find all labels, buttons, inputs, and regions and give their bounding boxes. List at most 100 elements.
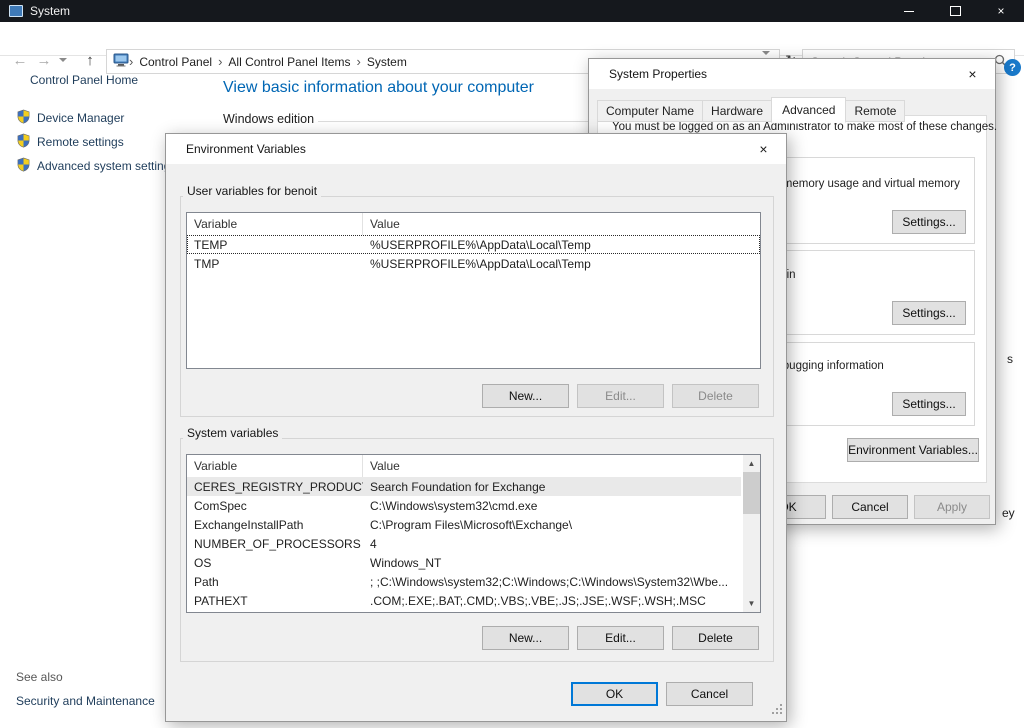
variable-cell: ComSpec bbox=[187, 499, 363, 513]
close-icon: × bbox=[759, 141, 767, 157]
sidebar-item-label: Remote settings bbox=[37, 135, 124, 149]
table-header: Variable Value bbox=[187, 455, 741, 477]
uac-shield-icon bbox=[16, 133, 31, 151]
column-header-value[interactable]: Value bbox=[363, 213, 760, 235]
chevron-down-icon bbox=[59, 58, 67, 62]
tab-remote[interactable]: Remote bbox=[845, 100, 905, 122]
table-row[interactable]: CERES_REGISTRY_PRODUCT... Search Foundat… bbox=[187, 477, 741, 496]
sidebar-item-device-manager[interactable]: Device Manager bbox=[16, 109, 124, 127]
page-title: View basic information about your comput… bbox=[223, 79, 534, 97]
table-row[interactable]: NUMBER_OF_PROCESSORS 4 bbox=[187, 534, 741, 553]
sidebar-item-advanced-system-settings[interactable]: Advanced system settings bbox=[16, 157, 176, 175]
cancel-button[interactable]: Cancel bbox=[666, 682, 753, 706]
help-icon: ? bbox=[1009, 62, 1016, 74]
startup-settings-button[interactable]: Settings... bbox=[892, 392, 966, 416]
breadcrumb-control-panel[interactable]: Control Panel bbox=[133, 55, 218, 69]
table-row[interactable]: TEMP %USERPROFILE%\AppData\Local\Temp bbox=[187, 235, 760, 254]
scrollbar-thumb[interactable] bbox=[743, 472, 760, 514]
minimize-icon bbox=[904, 11, 914, 12]
value-cell: .COM;.EXE;.BAT;.CMD;.VBS;.VBE;.JS;.JSE;.… bbox=[363, 594, 741, 608]
scroll-up-icon: ▲ bbox=[748, 459, 756, 468]
table-row[interactable]: OS Windows_NT bbox=[187, 553, 741, 572]
tab-hardware[interactable]: Hardware bbox=[702, 100, 772, 122]
scroll-up-button[interactable]: ▲ bbox=[743, 455, 760, 472]
forward-button[interactable]: → bbox=[34, 50, 54, 70]
column-header-variable[interactable]: Variable bbox=[187, 455, 363, 477]
variable-cell: ExchangeInstallPath bbox=[187, 518, 363, 532]
cancel-button[interactable]: Cancel bbox=[832, 495, 908, 519]
column-header-variable[interactable]: Variable bbox=[187, 213, 363, 235]
environment-variables-button[interactable]: Environment Variables... bbox=[847, 438, 979, 462]
up-button[interactable]: ↑ bbox=[80, 50, 100, 70]
close-icon: × bbox=[997, 5, 1004, 17]
close-button[interactable]: × bbox=[950, 59, 995, 89]
value-cell: %USERPROFILE%\AppData\Local\Temp bbox=[363, 257, 760, 271]
environment-variables-dialog: Environment Variables × User variables f… bbox=[165, 133, 787, 722]
sidebar-item-security-and-maintenance[interactable]: Security and Maintenance bbox=[16, 694, 155, 708]
tab-strip: Computer Name Hardware Advanced Remote bbox=[597, 96, 904, 122]
computer-icon bbox=[113, 53, 129, 70]
system-new-button[interactable]: New... bbox=[482, 626, 569, 650]
clipped-text-fragment: s bbox=[1007, 352, 1013, 366]
minimize-button[interactable] bbox=[886, 0, 932, 22]
window-titlebar: System × bbox=[0, 0, 1024, 22]
table-header: Variable Value bbox=[187, 213, 760, 235]
dialog-titlebar: System Properties × bbox=[589, 59, 995, 89]
back-icon: ← bbox=[13, 52, 28, 69]
value-cell: C:\Program Files\Microsoft\Exchange\ bbox=[363, 518, 741, 532]
up-icon: ↑ bbox=[86, 52, 94, 69]
variable-cell: OS bbox=[187, 556, 363, 570]
performance-settings-button[interactable]: Settings... bbox=[892, 210, 966, 234]
variable-cell: TMP bbox=[187, 257, 363, 271]
dialog-titlebar: Environment Variables × bbox=[166, 134, 786, 164]
sidebar-item-label: Advanced system settings bbox=[37, 159, 176, 173]
table-row[interactable]: ExchangeInstallPath C:\Program Files\Mic… bbox=[187, 515, 741, 534]
help-button[interactable]: ? bbox=[1004, 59, 1021, 76]
table-row[interactable]: PATHEXT .COM;.EXE;.BAT;.CMD;.VBS;.VBE;.J… bbox=[187, 591, 741, 610]
variable-cell: CERES_REGISTRY_PRODUCT... bbox=[187, 480, 363, 494]
system-control-panel-window: System × ← → ↑ › Control Panel › All Con… bbox=[0, 0, 1024, 728]
window-controls: × bbox=[886, 0, 1024, 22]
forward-icon: → bbox=[37, 52, 52, 69]
system-variables-group-label: System variables bbox=[183, 426, 282, 440]
navigation-bar: ← → ↑ › Control Panel › All Control Pane… bbox=[0, 22, 1024, 56]
close-button[interactable]: × bbox=[978, 0, 1024, 22]
back-button[interactable]: ← bbox=[10, 50, 30, 70]
value-cell: Windows_NT bbox=[363, 556, 741, 570]
window-title: System bbox=[30, 4, 70, 18]
user-profiles-settings-button[interactable]: Settings... bbox=[892, 301, 966, 325]
clipped-text-fragment: ey bbox=[1002, 506, 1015, 520]
user-delete-button[interactable]: Delete bbox=[672, 384, 759, 408]
scroll-down-button[interactable]: ▼ bbox=[743, 595, 760, 612]
recent-pages-button[interactable] bbox=[56, 50, 70, 70]
breadcrumb-all-control-panel-items[interactable]: All Control Panel Items bbox=[222, 55, 356, 69]
dialog-title: Environment Variables bbox=[186, 142, 306, 156]
system-edit-button[interactable]: Edit... bbox=[577, 626, 664, 650]
table-row[interactable]: TMP %USERPROFILE%\AppData\Local\Temp bbox=[187, 254, 760, 273]
user-new-button[interactable]: New... bbox=[482, 384, 569, 408]
close-button[interactable]: × bbox=[741, 134, 786, 164]
sidebar-item-control-panel-home[interactable]: Control Panel Home bbox=[30, 73, 138, 87]
system-delete-button[interactable]: Delete bbox=[672, 626, 759, 650]
uac-shield-icon bbox=[16, 109, 31, 127]
breadcrumb-system[interactable]: System bbox=[361, 55, 413, 69]
vertical-scrollbar[interactable]: ▲ ▼ bbox=[743, 455, 760, 612]
apply-button[interactable]: Apply bbox=[914, 495, 990, 519]
tab-advanced[interactable]: Advanced bbox=[771, 97, 846, 123]
column-header-value[interactable]: Value bbox=[363, 455, 741, 477]
value-cell: %USERPROFILE%\AppData\Local\Temp bbox=[363, 238, 760, 252]
value-cell: C:\Windows\system32\cmd.exe bbox=[363, 499, 741, 513]
see-also-heading: See also bbox=[16, 670, 63, 684]
table-row[interactable]: ComSpec C:\Windows\system32\cmd.exe bbox=[187, 496, 741, 515]
variable-cell: TEMP bbox=[187, 238, 363, 252]
user-edit-button[interactable]: Edit... bbox=[577, 384, 664, 408]
scroll-down-icon: ▼ bbox=[748, 599, 756, 608]
maximize-button[interactable] bbox=[932, 0, 978, 22]
sidebar-item-remote-settings[interactable]: Remote settings bbox=[16, 133, 124, 151]
table-row[interactable]: Path ; ;C:\Windows\system32;C:\Windows;C… bbox=[187, 572, 741, 591]
ok-button[interactable]: OK bbox=[571, 682, 658, 706]
resize-grip[interactable] bbox=[770, 702, 783, 718]
tab-computer-name[interactable]: Computer Name bbox=[597, 100, 703, 122]
user-variables-table[interactable]: Variable Value TEMP %USERPROFILE%\AppDat… bbox=[186, 212, 761, 369]
system-variables-table[interactable]: Variable Value CERES_REGISTRY_PRODUCT...… bbox=[186, 454, 761, 613]
